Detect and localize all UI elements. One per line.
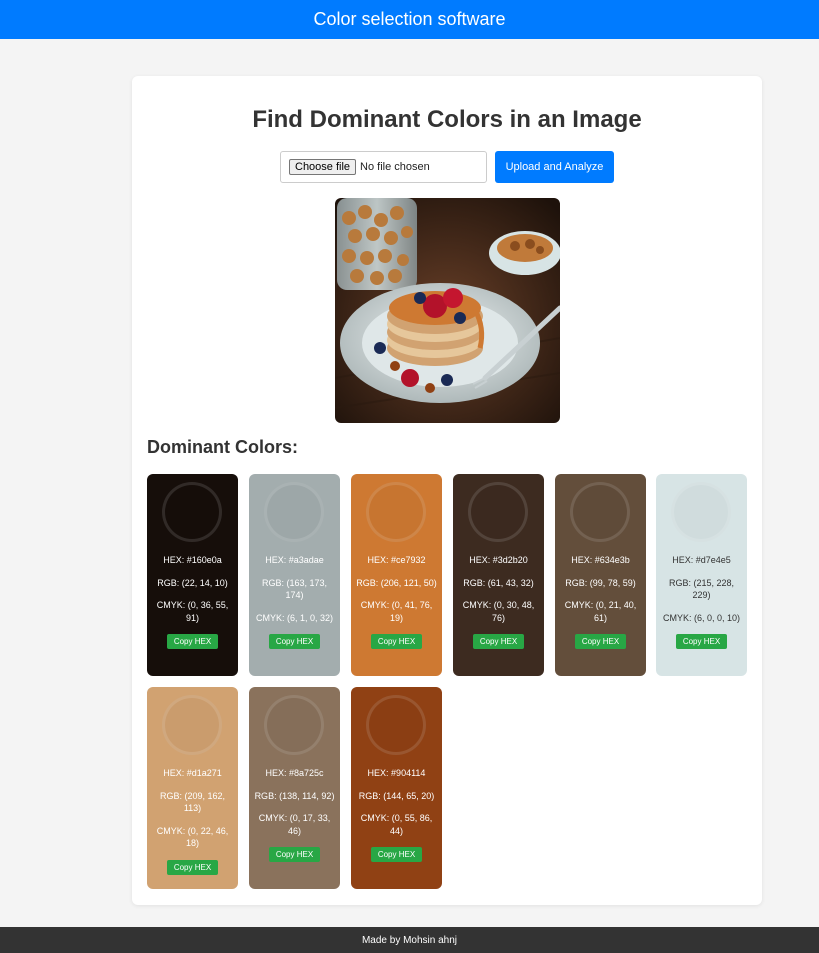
copy-hex-button[interactable]: Copy HEX bbox=[675, 634, 728, 649]
copy-hex-button[interactable]: Copy HEX bbox=[574, 634, 627, 649]
color-cmyk-value: CMYK: (0, 17, 33, 46) bbox=[258, 813, 331, 836]
color-swatch-card: HEX: #3d2b20 RGB: (61, 43, 32) CMYK: (0, 3… bbox=[453, 474, 544, 676]
color-rgb-value: RGB: (99, 78, 59) bbox=[565, 577, 636, 588]
dominant-colors-heading: Dominant Colors: bbox=[147, 437, 298, 457]
color-cmyk-value: CMYK: (0, 30, 48, 76) bbox=[462, 600, 535, 623]
color-swatch-card: HEX: #904114 RGB: (144, 65, 20) CMYK: (0, … bbox=[351, 687, 442, 889]
color-preview-circle bbox=[671, 482, 731, 542]
color-rgb-value: RGB: (144, 65, 20) bbox=[358, 790, 435, 801]
color-hex-value: HEX: #d1a271 bbox=[163, 768, 222, 778]
color-rgb-value: RGB: (22, 14, 10) bbox=[157, 577, 228, 588]
color-rgb-value: RGB: (206, 121, 50) bbox=[356, 577, 437, 588]
color-preview-circle bbox=[366, 695, 426, 755]
app-header: Color selection software bbox=[0, 0, 819, 39]
color-preview-circle bbox=[264, 482, 324, 542]
color-hex-value: HEX: #634e3b bbox=[571, 555, 630, 565]
color-cmyk-value: CMYK: (0, 21, 40, 61) bbox=[564, 600, 637, 623]
color-info: HEX: #d1a271 RGB: (209, 162, 113) CMYK: (0… bbox=[151, 767, 234, 875]
color-swatch-card: HEX: #8a725c RGB: (138, 114, 92) CMYK: (0,… bbox=[249, 687, 340, 889]
color-preview-circle bbox=[162, 695, 222, 755]
color-rgb-value: RGB: (163, 173, 174) bbox=[261, 577, 328, 601]
copy-hex-button[interactable]: Copy HEX bbox=[268, 634, 321, 649]
color-rgb-value: RGB: (215, 228, 229) bbox=[668, 577, 735, 601]
color-hex-value: HEX: #3d2b20 bbox=[469, 555, 528, 565]
uploaded-image-preview bbox=[335, 198, 560, 423]
color-swatch-card: HEX: #a3adae RGB: (163, 173, 174) CMYK: (6… bbox=[249, 474, 340, 676]
color-rgb-value: RGB: (209, 162, 113) bbox=[159, 790, 226, 814]
color-swatch-card: HEX: #d1a271 RGB: (209, 162, 113) CMYK: (0… bbox=[147, 687, 238, 889]
footer: Made by Mohsin ahnj bbox=[0, 927, 819, 953]
color-cmyk-value: CMYK: (6, 1, 0, 32) bbox=[255, 612, 334, 623]
page-title: Find Dominant Colors in an Image bbox=[252, 106, 642, 133]
color-hex-value: HEX: #d7e4e5 bbox=[672, 555, 731, 565]
app-title: Color selection software bbox=[313, 9, 506, 29]
color-cmyk-value: CMYK: (0, 36, 55, 91) bbox=[156, 600, 229, 623]
color-info: HEX: #3d2b20 RGB: (61, 43, 32) CMYK: (0, 3… bbox=[457, 554, 540, 649]
color-swatch-card: HEX: #160e0a RGB: (22, 14, 10) CMYK: (0, 3… bbox=[147, 474, 238, 676]
copy-hex-button[interactable]: Copy HEX bbox=[166, 634, 219, 649]
color-rgb-value: RGB: (138, 114, 92) bbox=[254, 790, 335, 801]
color-info: HEX: #d7e4e5 RGB: (215, 228, 229) CMYK: (6… bbox=[660, 554, 743, 649]
color-swatch-card: HEX: #634e3b RGB: (99, 78, 59) CMYK: (0, 2… bbox=[555, 474, 646, 676]
color-hex-value: HEX: #a3adae bbox=[265, 555, 324, 565]
color-info: HEX: #634e3b RGB: (99, 78, 59) CMYK: (0, 2… bbox=[559, 554, 642, 649]
color-cmyk-value: CMYK: (6, 0, 0, 10) bbox=[662, 612, 741, 623]
color-cmyk-value: CMYK: (0, 55, 86, 44) bbox=[360, 813, 433, 836]
color-info: HEX: #160e0a RGB: (22, 14, 10) CMYK: (0, 3… bbox=[151, 554, 234, 649]
upload-analyze-button[interactable]: Upload and Analyze bbox=[495, 151, 614, 183]
color-cmyk-value: CMYK: (0, 41, 76, 19) bbox=[360, 600, 433, 623]
file-status: No file chosen bbox=[360, 161, 430, 173]
color-preview-circle bbox=[162, 482, 222, 542]
choose-file-button[interactable]: Choose file bbox=[289, 159, 357, 175]
copy-hex-button[interactable]: Copy HEX bbox=[370, 634, 423, 649]
color-rgb-value: RGB: (61, 43, 32) bbox=[463, 577, 534, 588]
color-info: HEX: #a3adae RGB: (163, 173, 174) CMYK: (6… bbox=[253, 554, 336, 649]
file-input[interactable]: Choose file No file chosen bbox=[280, 151, 487, 183]
color-preview-circle bbox=[570, 482, 630, 542]
color-swatch-card: HEX: #ce7932 RGB: (206, 121, 50) CMYK: (0,… bbox=[351, 474, 442, 676]
pancake-photo bbox=[335, 198, 560, 423]
footer-credit: Made by Mohsin ahnj bbox=[361, 934, 458, 946]
copy-hex-button[interactable]: Copy HEX bbox=[370, 847, 423, 862]
color-preview-circle bbox=[264, 695, 324, 755]
main-card: Find Dominant Colors in an Image Choose … bbox=[132, 76, 762, 905]
color-hex-value: HEX: #8a725c bbox=[265, 768, 324, 778]
color-hex-value: HEX: #904114 bbox=[367, 768, 426, 778]
copy-hex-button[interactable]: Copy HEX bbox=[472, 634, 525, 649]
copy-hex-button[interactable]: Copy HEX bbox=[166, 859, 219, 875]
color-hex-value: HEX: #160e0a bbox=[163, 555, 222, 565]
color-swatch-card: HEX: #d7e4e5 RGB: (215, 228, 229) CMYK: (6… bbox=[656, 474, 747, 676]
color-preview-circle bbox=[366, 482, 426, 542]
color-cmyk-value: CMYK: (0, 22, 46, 18) bbox=[156, 825, 229, 849]
color-info: HEX: #8a725c RGB: (138, 114, 92) CMYK: (0,… bbox=[253, 767, 336, 862]
color-info: HEX: #904114 RGB: (144, 65, 20) CMYK: (0, … bbox=[355, 767, 438, 862]
color-preview-circle bbox=[468, 482, 528, 542]
color-info: HEX: #ce7932 RGB: (206, 121, 50) CMYK: (0,… bbox=[355, 554, 438, 649]
color-hex-value: HEX: #ce7932 bbox=[367, 555, 426, 565]
copy-hex-button[interactable]: Copy HEX bbox=[268, 847, 321, 862]
